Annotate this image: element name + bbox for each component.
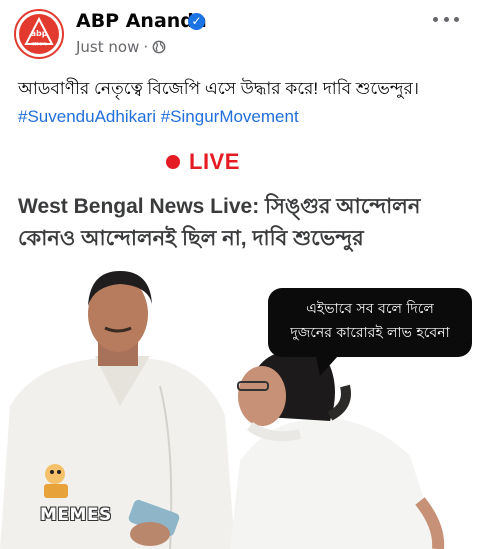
live-dot-icon	[166, 155, 180, 169]
post-header: abp আনন্দ ABP Ananda ✓ Just now ·	[0, 0, 480, 66]
person-left-figure	[0, 271, 235, 549]
live-label: LIVE	[189, 149, 240, 174]
speech-bubble-text: এইভাবে সব বলে দিলে দুজনের কারোরই লাভ হবে…	[268, 297, 472, 345]
post-caption: আডবাণীর নেতৃত্বে বিজেপি এসে উদ্ধার করে! …	[18, 75, 468, 131]
avatar-text-top: abp	[30, 29, 48, 38]
verified-badge-icon: ✓	[188, 13, 205, 30]
meta-separator: ·	[143, 38, 149, 56]
bubble-line-1: এইভাবে সব বলে দিলে	[306, 301, 434, 317]
more-dot	[454, 16, 459, 22]
bubble-line-2: দুজনের কারোরই লাভ হবেনা	[290, 325, 450, 341]
caption-text: আডবাণীর নেতৃত্বে বিজেপি এসে উদ্ধার করে! …	[18, 79, 419, 98]
post-meta: Just now ·	[76, 38, 166, 56]
hashtag-link[interactable]: #SuvenduAdhikari	[18, 107, 156, 126]
more-dot	[433, 16, 438, 22]
avatar-text-bottom: আনন্দ	[31, 41, 47, 48]
abp-logo: abp আনন্দ	[19, 14, 59, 54]
news-headline: West Bengal News Live: সিঙ্গুর আন্দোলন ক…	[18, 195, 421, 250]
page-avatar[interactable]: abp আনন্দ	[14, 9, 64, 59]
post-image[interactable]: LIVE West Bengal News Live: সিঙ্গুর আন্দ…	[0, 136, 480, 549]
memes-watermark: MEMES	[40, 505, 112, 525]
person-right-figure	[230, 351, 445, 549]
globe-icon[interactable]	[152, 40, 166, 54]
more-options-icon[interactable]	[433, 12, 459, 26]
more-dot	[443, 16, 449, 22]
hashtag-link[interactable]: #SingurMovement	[161, 107, 299, 126]
post-timestamp[interactable]: Just now	[76, 38, 139, 56]
live-indicator: LIVE	[166, 149, 240, 175]
